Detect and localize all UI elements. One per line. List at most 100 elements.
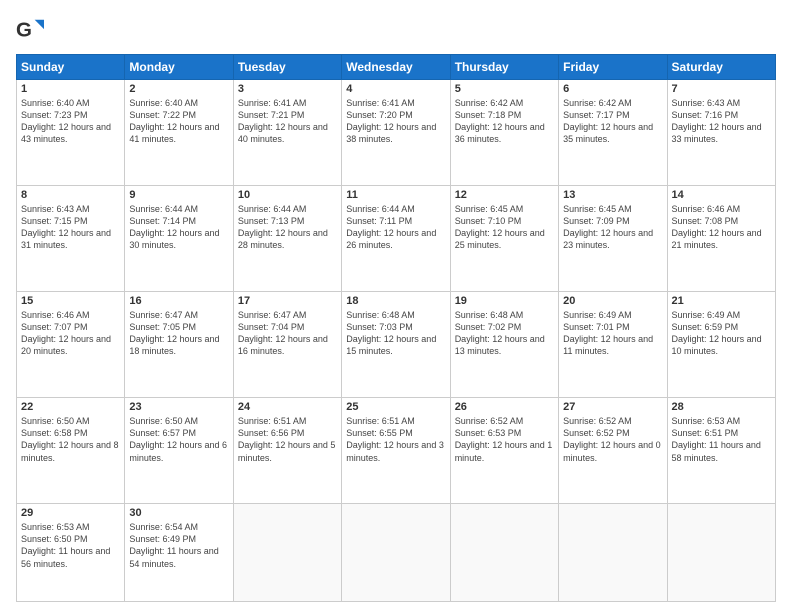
- calendar-cell: 15 Sunrise: 6:46 AMSunset: 7:07 PMDayligh…: [17, 292, 125, 398]
- weekday-header-saturday: Saturday: [667, 55, 775, 80]
- day-number: 15: [21, 295, 120, 307]
- day-detail: Sunrise: 6:43 AMSunset: 7:16 PMDaylight:…: [672, 97, 771, 146]
- weekday-header-sunday: Sunday: [17, 55, 125, 80]
- day-number: 5: [455, 83, 554, 95]
- calendar-cell: 13 Sunrise: 6:45 AMSunset: 7:09 PMDayligh…: [559, 186, 667, 292]
- week-row-1: 1 Sunrise: 6:40 AMSunset: 7:23 PMDaylight…: [17, 80, 776, 186]
- calendar-cell: [342, 504, 450, 602]
- calendar-cell: 8Sunrise: 6:43 AMSunset: 7:15 PMDaylight…: [17, 186, 125, 292]
- calendar-cell: 19Sunrise: 6:48 AMSunset: 7:02 PMDayligh…: [450, 292, 558, 398]
- calendar-cell: 4Sunrise: 6:41 AMSunset: 7:20 PMDaylight…: [342, 80, 450, 186]
- day-detail: Sunrise: 6:53 AMSunset: 6:51 PMDaylight:…: [672, 415, 771, 464]
- day-detail: Sunrise: 6:47 AMSunset: 7:05 PMDaylight:…: [129, 309, 228, 358]
- day-detail: Sunrise: 6:44 AMSunset: 7:11 PMDaylight:…: [346, 203, 445, 252]
- calendar-cell: 1 Sunrise: 6:40 AMSunset: 7:23 PMDaylight…: [17, 80, 125, 186]
- weekday-header-monday: Monday: [125, 55, 233, 80]
- week-row-5: 29Sunrise: 6:53 AMSunset: 6:50 PMDayligh…: [17, 504, 776, 602]
- day-number: 12: [455, 189, 554, 201]
- day-detail: Sunrise: 6:46 AMSunset: 7:07 PMDaylight:…: [21, 309, 120, 358]
- day-detail: Sunrise: 6:49 AMSunset: 6:59 PMDaylight:…: [672, 309, 771, 358]
- day-number: 7: [672, 83, 771, 95]
- week-row-3: 15 Sunrise: 6:46 AMSunset: 7:07 PMDayligh…: [17, 292, 776, 398]
- day-number: 2: [129, 83, 228, 95]
- calendar-cell: 27 Sunrise: 6:52 AMSunset: 6:52 PMDayligh…: [559, 398, 667, 504]
- day-detail: Sunrise: 6:45 AMSunset: 7:09 PMDaylight:…: [563, 203, 662, 252]
- calendar-cell: 7 Sunrise: 6:43 AMSunset: 7:16 PMDaylight…: [667, 80, 775, 186]
- calendar-cell: 22 Sunrise: 6:50 AMSunset: 6:58 PMDayligh…: [17, 398, 125, 504]
- day-number: 27: [563, 401, 662, 413]
- calendar-cell: 21 Sunrise: 6:49 AMSunset: 6:59 PMDayligh…: [667, 292, 775, 398]
- day-detail: Sunrise: 6:54 AMSunset: 6:49 PMDaylight:…: [129, 521, 228, 570]
- weekday-header-wednesday: Wednesday: [342, 55, 450, 80]
- calendar-cell: 5 Sunrise: 6:42 AMSunset: 7:18 PMDaylight…: [450, 80, 558, 186]
- day-number: 11: [346, 189, 445, 201]
- calendar-cell: 2 Sunrise: 6:40 AMSunset: 7:22 PMDaylight…: [125, 80, 233, 186]
- day-number: 23: [129, 401, 228, 413]
- calendar-cell: 30 Sunrise: 6:54 AMSunset: 6:49 PMDayligh…: [125, 504, 233, 602]
- day-detail: Sunrise: 6:52 AMSunset: 6:52 PMDaylight:…: [563, 415, 662, 464]
- day-number: 17: [238, 295, 337, 307]
- day-number: 10: [238, 189, 337, 201]
- calendar-cell: 10 Sunrise: 6:44 AMSunset: 7:13 PMDayligh…: [233, 186, 341, 292]
- day-number: 24: [238, 401, 337, 413]
- calendar-cell: 20 Sunrise: 6:49 AMSunset: 7:01 PMDayligh…: [559, 292, 667, 398]
- day-detail: Sunrise: 6:50 AMSunset: 6:58 PMDaylight:…: [21, 415, 120, 464]
- day-detail: Sunrise: 6:47 AMSunset: 7:04 PMDaylight:…: [238, 309, 337, 358]
- calendar-cell: 24Sunrise: 6:51 AMSunset: 6:56 PMDayligh…: [233, 398, 341, 504]
- calendar-cell: 6 Sunrise: 6:42 AMSunset: 7:17 PMDaylight…: [559, 80, 667, 186]
- day-detail: Sunrise: 6:52 AMSunset: 6:53 PMDaylight:…: [455, 415, 554, 464]
- day-number: 14: [672, 189, 771, 201]
- day-detail: Sunrise: 6:44 AMSunset: 7:13 PMDaylight:…: [238, 203, 337, 252]
- day-number: 6: [563, 83, 662, 95]
- day-number: 16: [129, 295, 228, 307]
- day-detail: Sunrise: 6:41 AMSunset: 7:21 PMDaylight:…: [238, 97, 337, 146]
- calendar-cell: [559, 504, 667, 602]
- day-detail: Sunrise: 6:48 AMSunset: 7:02 PMDaylight:…: [455, 309, 554, 358]
- logo-icon: G: [16, 16, 44, 44]
- day-detail: Sunrise: 6:49 AMSunset: 7:01 PMDaylight:…: [563, 309, 662, 358]
- week-row-4: 22 Sunrise: 6:50 AMSunset: 6:58 PMDayligh…: [17, 398, 776, 504]
- calendar-cell: 28Sunrise: 6:53 AMSunset: 6:51 PMDayligh…: [667, 398, 775, 504]
- day-detail: Sunrise: 6:40 AMSunset: 7:23 PMDaylight:…: [21, 97, 120, 146]
- calendar-cell: 9 Sunrise: 6:44 AMSunset: 7:14 PMDaylight…: [125, 186, 233, 292]
- calendar-cell: 29Sunrise: 6:53 AMSunset: 6:50 PMDayligh…: [17, 504, 125, 602]
- day-detail: Sunrise: 6:42 AMSunset: 7:18 PMDaylight:…: [455, 97, 554, 146]
- day-detail: Sunrise: 6:50 AMSunset: 6:57 PMDaylight:…: [129, 415, 228, 464]
- svg-text:G: G: [16, 19, 32, 42]
- day-detail: Sunrise: 6:44 AMSunset: 7:14 PMDaylight:…: [129, 203, 228, 252]
- day-detail: Sunrise: 6:40 AMSunset: 7:22 PMDaylight:…: [129, 97, 228, 146]
- weekday-header-tuesday: Tuesday: [233, 55, 341, 80]
- week-row-2: 8Sunrise: 6:43 AMSunset: 7:15 PMDaylight…: [17, 186, 776, 292]
- calendar-cell: 3 Sunrise: 6:41 AMSunset: 7:21 PMDaylight…: [233, 80, 341, 186]
- calendar-cell: 14Sunrise: 6:46 AMSunset: 7:08 PMDayligh…: [667, 186, 775, 292]
- day-number: 20: [563, 295, 662, 307]
- calendar-cell: 17 Sunrise: 6:47 AMSunset: 7:04 PMDayligh…: [233, 292, 341, 398]
- day-number: 13: [563, 189, 662, 201]
- day-number: 29: [21, 507, 120, 519]
- day-number: 9: [129, 189, 228, 201]
- header: G: [16, 16, 776, 44]
- day-detail: Sunrise: 6:45 AMSunset: 7:10 PMDaylight:…: [455, 203, 554, 252]
- day-number: 30: [129, 507, 228, 519]
- calendar-cell: 26 Sunrise: 6:52 AMSunset: 6:53 PMDayligh…: [450, 398, 558, 504]
- calendar-cell: [667, 504, 775, 602]
- weekday-header-row: SundayMondayTuesdayWednesdayThursdayFrid…: [17, 55, 776, 80]
- day-number: 3: [238, 83, 337, 95]
- logo: G: [16, 16, 48, 44]
- calendar-cell: 12 Sunrise: 6:45 AMSunset: 7:10 PMDayligh…: [450, 186, 558, 292]
- day-number: 22: [21, 401, 120, 413]
- day-number: 25: [346, 401, 445, 413]
- calendar-cell: [450, 504, 558, 602]
- calendar-page: G SundayMondayTuesdayWednesdayThursdayFr…: [0, 0, 792, 612]
- calendar-cell: 16 Sunrise: 6:47 AMSunset: 7:05 PMDayligh…: [125, 292, 233, 398]
- day-number: 26: [455, 401, 554, 413]
- weekday-header-thursday: Thursday: [450, 55, 558, 80]
- day-number: 21: [672, 295, 771, 307]
- calendar-cell: 11 Sunrise: 6:44 AMSunset: 7:11 PMDayligh…: [342, 186, 450, 292]
- calendar-cell: [233, 504, 341, 602]
- day-detail: Sunrise: 6:42 AMSunset: 7:17 PMDaylight:…: [563, 97, 662, 146]
- day-detail: Sunrise: 6:48 AMSunset: 7:03 PMDaylight:…: [346, 309, 445, 358]
- day-detail: Sunrise: 6:51 AMSunset: 6:55 PMDaylight:…: [346, 415, 445, 464]
- day-number: 1: [21, 83, 120, 95]
- day-number: 18: [346, 295, 445, 307]
